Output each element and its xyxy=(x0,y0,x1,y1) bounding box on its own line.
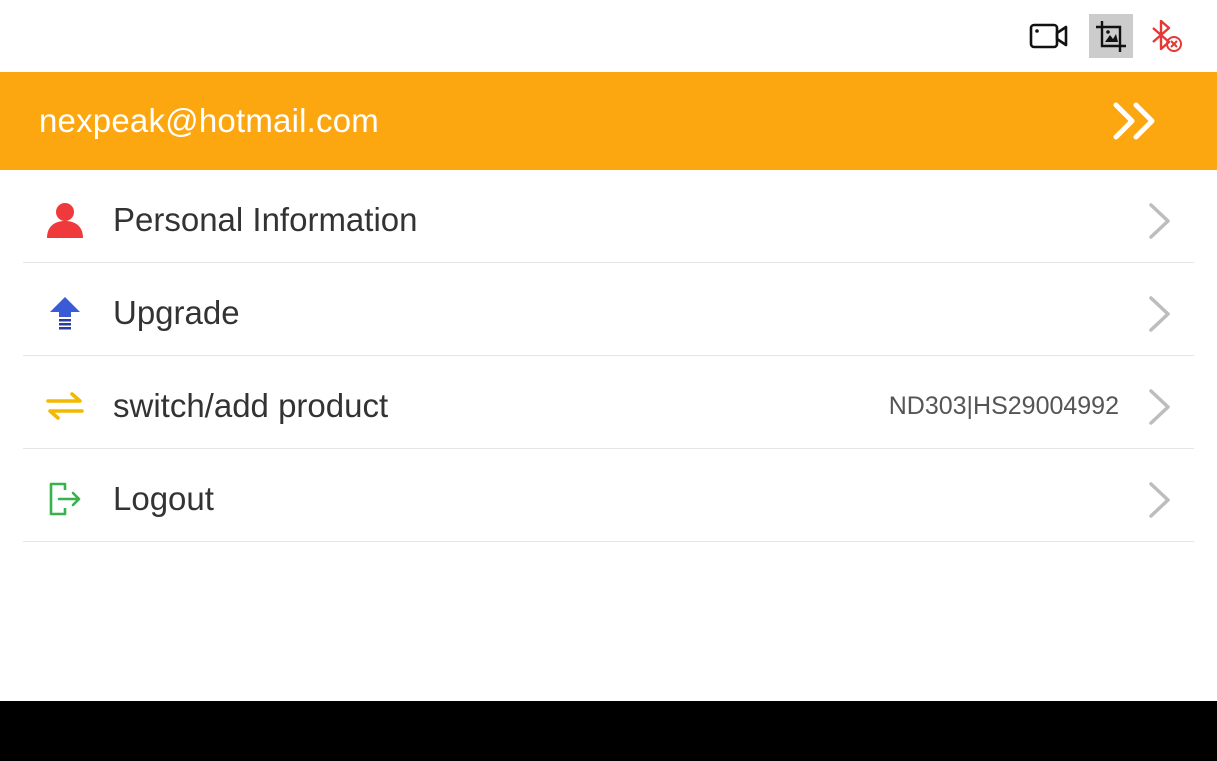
crop-image-icon[interactable] xyxy=(1089,14,1133,58)
menu-item-upgrade[interactable]: Upgrade xyxy=(23,263,1194,356)
bluetooth-disabled-icon[interactable] xyxy=(1144,14,1188,58)
menu-item-logout[interactable]: Logout xyxy=(23,449,1194,542)
switch-arrows-icon xyxy=(45,386,85,426)
double-chevron-right-icon[interactable] xyxy=(1110,101,1162,141)
account-header[interactable]: nexpeak@hotmail.com xyxy=(0,72,1217,170)
video-camera-icon[interactable] xyxy=(1027,14,1071,58)
menu-item-switch-add-product[interactable]: switch/add product ND303|HS29004992 xyxy=(23,356,1194,449)
chevron-right-icon xyxy=(1149,389,1170,425)
menu-item-label: Personal Information xyxy=(113,201,418,238)
upgrade-arrow-icon xyxy=(45,293,85,333)
chevron-right-icon xyxy=(1149,296,1170,332)
menu-item-label: switch/add product xyxy=(113,387,389,424)
product-id-value: ND303|HS29004992 xyxy=(888,392,1119,420)
chevron-right-icon xyxy=(1149,482,1170,518)
system-navigation-bar xyxy=(0,701,1217,761)
logout-icon xyxy=(45,479,85,519)
chevron-right-icon xyxy=(1149,203,1170,239)
menu-item-label: Logout xyxy=(113,480,214,517)
menu-item-label: Upgrade xyxy=(113,294,240,331)
person-icon xyxy=(45,200,85,240)
settings-menu: Personal Information Upgrade switch/add … xyxy=(0,170,1217,542)
top-toolbar xyxy=(0,0,1217,72)
account-email: nexpeak@hotmail.com xyxy=(39,102,379,139)
menu-item-personal-information[interactable]: Personal Information xyxy=(23,170,1194,263)
